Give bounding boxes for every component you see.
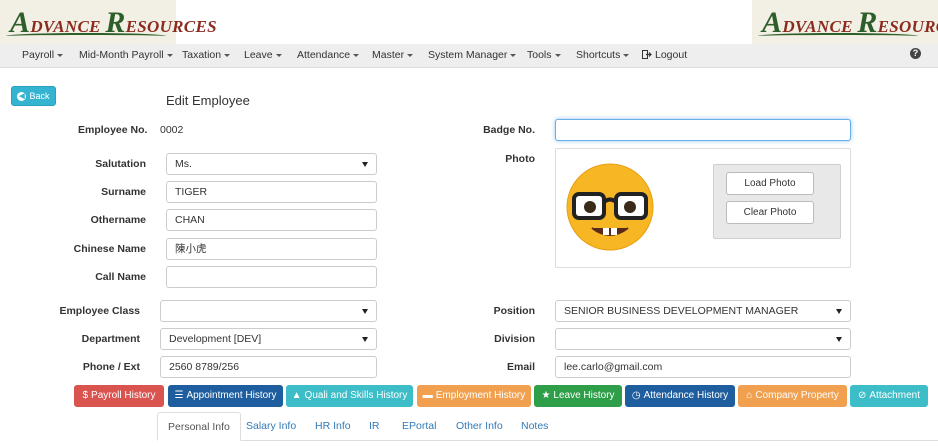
- paperclip-icon: ⊘: [858, 390, 867, 401]
- arrow-left-circle-icon: ◀: [17, 91, 27, 101]
- back-button[interactable]: ◀ Back: [11, 86, 56, 106]
- nav-leave[interactable]: Leave: [244, 49, 282, 61]
- badge-no-label: Badge No.: [483, 124, 535, 136]
- department-select[interactable]: Development [DEV]: [160, 328, 377, 350]
- page-title: Edit Employee: [166, 93, 250, 108]
- position-label: Position: [493, 305, 535, 317]
- chinese-name-label: Chinese Name: [73, 243, 146, 255]
- caret-down-icon: [510, 53, 517, 57]
- load-photo-button[interactable]: Load Photo: [726, 172, 814, 195]
- photo-label: Photo: [505, 153, 535, 165]
- briefcase-icon: ▬: [422, 390, 433, 401]
- attachment-button[interactable]: ⊘ Attachment: [850, 385, 928, 407]
- nav-shortcuts[interactable]: Shortcuts: [576, 49, 630, 61]
- graduation-cap-icon: ▲: [291, 390, 302, 401]
- division-select[interactable]: [555, 328, 851, 350]
- tab-eportal[interactable]: EPortal: [402, 420, 436, 432]
- caret-down-icon: [554, 53, 561, 57]
- help-icon[interactable]: ?: [910, 48, 921, 59]
- star-icon: ★: [541, 390, 551, 401]
- main-navbar: Payroll Mid-Month Payroll Taxation Leave…: [0, 44, 938, 68]
- appointment-history-button[interactable]: ☰ Appointment History: [168, 385, 283, 407]
- employee-no-label: Employee No.: [78, 124, 148, 136]
- quali-skills-history-button[interactable]: ▲ Quali and Skills History: [286, 385, 413, 407]
- app-header: ADVANCE RESOURCES ADVANCE RESOURCES: [0, 0, 938, 46]
- caret-down-icon: [407, 53, 414, 57]
- nav-payroll[interactable]: Payroll: [22, 49, 64, 61]
- email-label: Email: [506, 361, 535, 373]
- clock-icon: ◷: [631, 390, 641, 401]
- clear-photo-button[interactable]: Clear Photo: [726, 201, 814, 224]
- salutation-select[interactable]: Ms.: [166, 153, 377, 175]
- caret-down-icon: [57, 53, 64, 57]
- call-name-label: Call Name: [95, 271, 146, 283]
- tab-personal-info[interactable]: Personal Info: [157, 412, 241, 441]
- dropdown-arrow-icon: [362, 162, 368, 167]
- company-logo-left: ADVANCE RESOURCES: [0, 0, 217, 46]
- dropdown-arrow-icon: [836, 309, 842, 314]
- surname-input[interactable]: TIGER: [166, 181, 377, 203]
- nav-taxation[interactable]: Taxation: [182, 49, 231, 61]
- employee-no-value: 0002: [160, 124, 184, 136]
- list-icon: ☰: [174, 390, 184, 401]
- dropdown-arrow-icon: [836, 337, 842, 342]
- leave-history-button[interactable]: ★ Leave History: [534, 385, 622, 407]
- caret-down-icon: [224, 53, 231, 57]
- caret-down-icon: [275, 53, 282, 57]
- tab-hr-info[interactable]: HR Info: [315, 420, 351, 432]
- company-logo-right: ADVANCE RESOURCES: [752, 0, 938, 46]
- surname-label: Surname: [101, 186, 146, 198]
- call-name-input[interactable]: [166, 266, 377, 288]
- employee-tabs: Personal Info Salary Info HR Info IR EPo…: [0, 412, 938, 446]
- othername-label: Othername: [90, 214, 146, 226]
- nav-system-manager[interactable]: System Manager: [428, 49, 517, 61]
- employee-class-select[interactable]: [160, 300, 377, 322]
- dropdown-arrow-icon: [362, 309, 368, 314]
- dollar-icon: $: [82, 390, 89, 401]
- nav-mid-month-payroll[interactable]: Mid-Month Payroll: [79, 49, 173, 61]
- tab-ir[interactable]: IR: [369, 420, 380, 432]
- home-icon: ⌂: [746, 390, 753, 401]
- tab-notes[interactable]: Notes: [521, 420, 548, 432]
- phone-label: Phone / Ext: [82, 361, 140, 373]
- division-label: Division: [494, 333, 535, 345]
- salutation-label: Salutation: [95, 158, 146, 170]
- badge-no-input[interactable]: [555, 119, 851, 141]
- nav-tools[interactable]: Tools: [527, 49, 561, 61]
- payroll-history-button[interactable]: $ Payroll History: [74, 385, 164, 407]
- nav-logout[interactable]: Logout: [642, 49, 687, 61]
- email-input[interactable]: lee.carlo@gmail.com: [555, 356, 851, 378]
- company-property-button[interactable]: ⌂ Company Property: [738, 385, 847, 407]
- employee-photo: [566, 163, 654, 251]
- employment-history-button[interactable]: ▬ Employment History: [417, 385, 531, 407]
- dropdown-arrow-icon: [362, 337, 368, 342]
- department-label: Department: [81, 333, 140, 345]
- tab-salary-info[interactable]: Salary Info: [246, 420, 296, 432]
- caret-down-icon: [623, 53, 630, 57]
- logout-icon: [642, 50, 652, 59]
- employee-class-label: Employee Class: [59, 305, 140, 317]
- chinese-name-input[interactable]: 陳小虎: [166, 238, 377, 260]
- othername-input[interactable]: CHAN: [166, 209, 377, 231]
- tab-other-info[interactable]: Other Info: [456, 420, 503, 432]
- caret-down-icon: [166, 53, 173, 57]
- nav-attendance[interactable]: Attendance: [297, 49, 360, 61]
- caret-down-icon: [353, 53, 360, 57]
- phone-input[interactable]: 2560 8789/256: [160, 356, 377, 378]
- position-select[interactable]: SENIOR BUSINESS DEVELOPMENT MANAGER: [555, 300, 851, 322]
- nav-master[interactable]: Master: [372, 49, 414, 61]
- attendance-history-button[interactable]: ◷ Attendance History: [625, 385, 735, 407]
